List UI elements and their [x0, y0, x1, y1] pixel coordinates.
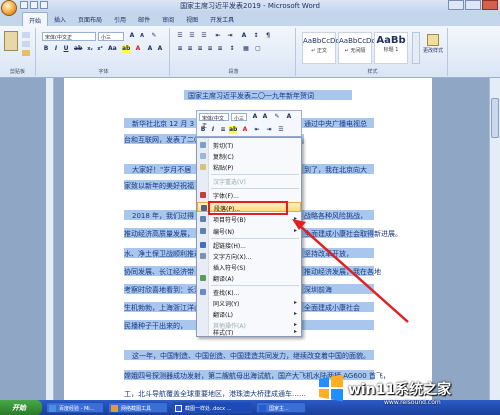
taskbar-item[interactable]: 百度经验 - Mi...: [46, 402, 104, 413]
word-icon: [175, 405, 182, 412]
taskbar-item-label: 国家主...: [269, 406, 289, 412]
taskbar-item-active[interactable]: 截图一样处..docx ...: [172, 402, 252, 413]
word-icon: [259, 405, 266, 412]
pointer-arrow: [292, 219, 409, 323]
start-button[interactable]: 开始: [0, 400, 42, 415]
arrow-shaft: [299, 225, 409, 323]
screenshot-icon: [111, 405, 118, 412]
taskbar-item[interactable]: 网络截图工具: [108, 402, 168, 413]
taskbar-item-label: 网络截图工具: [121, 406, 152, 412]
browser-icon: [49, 405, 56, 412]
windows-logo: [319, 374, 343, 402]
watermark-brand: win11系统之家: [348, 382, 452, 398]
watermark-url: www.relsound.com: [384, 399, 441, 406]
taskbar-item-label: 百度经验 - Mi...: [59, 406, 95, 412]
office-button[interactable]: [1, 0, 17, 16]
taskbar-item[interactable]: 国家主...: [256, 402, 306, 413]
taskbar-item-label: 截图一样处..docx ...: [185, 406, 232, 412]
watermark: win11系统之家 www.relsound.com: [310, 365, 500, 415]
